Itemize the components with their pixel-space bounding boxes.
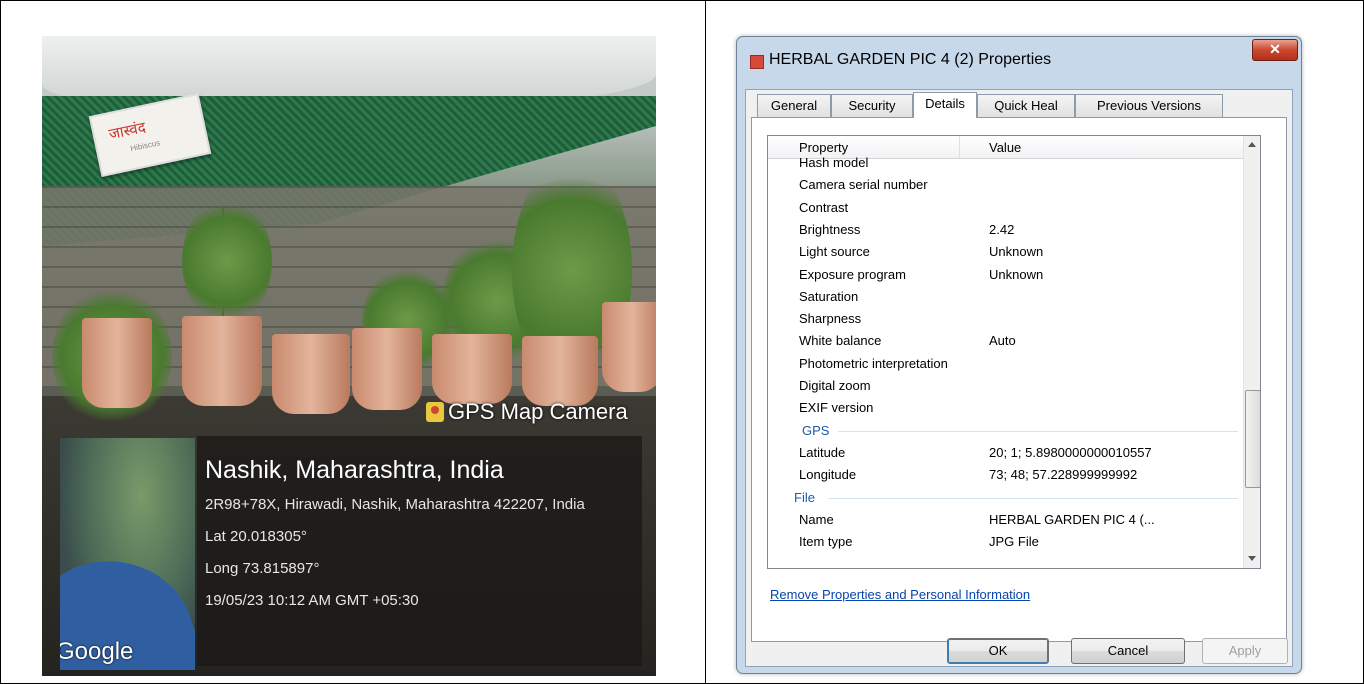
scroll-up-arrow-icon[interactable]	[1248, 142, 1256, 147]
gps-label-text: GPS Map Camera	[448, 399, 628, 424]
property-name: Photometric interpretation	[799, 356, 948, 371]
flower-pot	[182, 316, 262, 406]
location-title: Nashik, Maharashtra, India	[205, 456, 504, 484]
flower-pot	[432, 334, 512, 404]
property-row[interactable]: Latitude 20; 1; 5.8980000000010557	[768, 442, 1243, 464]
property-row[interactable]: Contrast	[768, 197, 1243, 219]
close-icon: ✕	[1269, 41, 1281, 57]
property-row[interactable]: EXIF version	[768, 397, 1243, 419]
tab-label: Previous Versions	[1096, 98, 1202, 113]
property-name: Camera serial number	[799, 177, 928, 192]
property-row[interactable]: Light source Unknown	[768, 241, 1243, 263]
flower-pot	[602, 302, 656, 392]
property-row[interactable]: Hash model	[768, 152, 1243, 174]
property-row[interactable]: Saturation	[768, 286, 1243, 308]
property-value: 20; 1; 5.8980000000010557	[989, 445, 1152, 460]
remove-properties-link[interactable]: Remove Properties and Personal Informati…	[770, 587, 1030, 602]
property-name: White balance	[799, 333, 882, 348]
geotagged-photo: जास्वंद Hibiscus GPS Map Camera Google N…	[42, 36, 656, 676]
gps-map-camera-label: GPS Map Camera	[426, 396, 656, 428]
property-name: Item type	[799, 534, 853, 549]
address-line: 2R98+78X, Hirawadi, Nashik, Maharashtra …	[205, 496, 585, 513]
group-label: File	[794, 490, 815, 505]
group-header-gps[interactable]: GPS	[768, 420, 1243, 442]
property-row[interactable]: Longitude 73; 48; 57.228999999992	[768, 464, 1243, 486]
datetime-line: 19/05/23 10:12 AM GMT +05:30	[205, 592, 419, 609]
tab-label: General	[770, 98, 818, 113]
property-value: 73; 48; 57.228999999992	[989, 467, 1138, 482]
property-value: Unknown	[989, 267, 1044, 282]
property-row[interactable]: Camera serial number	[768, 174, 1243, 196]
property-row[interactable]: Sharpness	[768, 308, 1243, 330]
property-name: Brightness	[799, 222, 861, 237]
vertical-scrollbar[interactable]	[1243, 136, 1260, 568]
group-label: GPS	[802, 423, 830, 438]
dialog-titlebar[interactable]: HERBAL GARDEN PIC 4 (2) Properties ✕	[737, 37, 1301, 81]
ok-button[interactable]: OK	[947, 638, 1049, 664]
property-value: Unknown	[989, 244, 1044, 259]
plant	[182, 196, 272, 326]
property-name: Longitude	[799, 467, 857, 482]
scroll-down-arrow-icon[interactable]	[1248, 556, 1256, 561]
flower-pot	[272, 334, 350, 414]
property-row[interactable]: White balance Auto	[768, 330, 1243, 352]
property-name: EXIF version	[799, 400, 874, 415]
property-name: Hash model	[799, 155, 869, 170]
property-row[interactable]: Photometric interpretation	[768, 353, 1243, 375]
sign-text: जास्वंद	[107, 117, 148, 144]
properties-dialog: HERBAL GARDEN PIC 4 (2) Properties ✕ Gen…	[736, 36, 1302, 674]
google-logo: Google	[60, 638, 134, 665]
dialog-title: HERBAL GARDEN PIC 4 (2) Properties	[769, 51, 1052, 68]
group-divider	[828, 498, 1238, 499]
property-list[interactable]: Property Value Hash model Camera serial n…	[767, 135, 1261, 569]
scroll-thumb[interactable]	[1245, 390, 1260, 488]
property-name: Name	[799, 512, 834, 527]
property-row[interactable]: Brightness 2.42	[768, 219, 1243, 241]
tab-security[interactable]: Security	[831, 94, 913, 117]
property-row[interactable]: Digital zoom	[768, 375, 1243, 397]
property-row[interactable]: Exposure program Unknown	[768, 264, 1243, 286]
tab-details[interactable]: Details	[913, 92, 977, 118]
property-name: Light source	[799, 244, 870, 259]
group-header-file[interactable]: File	[768, 487, 1243, 509]
property-name: Sharpness	[799, 311, 862, 326]
close-button[interactable]: ✕	[1252, 39, 1298, 61]
flower-pot	[82, 318, 152, 408]
tab-label: Quick Heal	[994, 98, 1058, 113]
longitude-line: Long 73.815897°	[205, 560, 320, 577]
cancel-button[interactable]: Cancel	[1071, 638, 1185, 664]
sign-subtext: Hibiscus	[129, 138, 161, 154]
mini-map: Google	[60, 438, 195, 670]
tab-general[interactable]: General	[757, 94, 831, 117]
property-name: Latitude	[799, 445, 846, 460]
column-divider	[705, 0, 706, 684]
property-value: 2.42	[989, 222, 1015, 237]
property-value: JPG File	[989, 534, 1039, 549]
tab-quick-heal[interactable]: Quick Heal	[977, 94, 1075, 117]
flower-pot	[352, 328, 422, 410]
image-file-icon	[750, 55, 764, 69]
tab-label: Details	[925, 96, 965, 111]
latitude-line: Lat 20.018305°	[205, 528, 307, 545]
property-name: Contrast	[799, 200, 849, 215]
property-row[interactable]: Name HERBAL GARDEN PIC 4 (...	[768, 509, 1243, 531]
property-value: HERBAL GARDEN PIC 4 (...	[989, 512, 1155, 527]
property-name: Exposure program	[799, 267, 906, 282]
tab-label: Security	[848, 98, 896, 113]
property-row[interactable]: Item type JPG File	[768, 531, 1243, 553]
apply-button[interactable]: Apply	[1202, 638, 1288, 664]
gps-map-camera-icon	[426, 402, 444, 422]
property-name: Digital zoom	[799, 378, 871, 393]
property-value: Auto	[989, 333, 1016, 348]
property-name: Saturation	[799, 289, 859, 304]
tab-previous-versions[interactable]: Previous Versions	[1075, 94, 1223, 117]
group-divider	[838, 431, 1238, 432]
